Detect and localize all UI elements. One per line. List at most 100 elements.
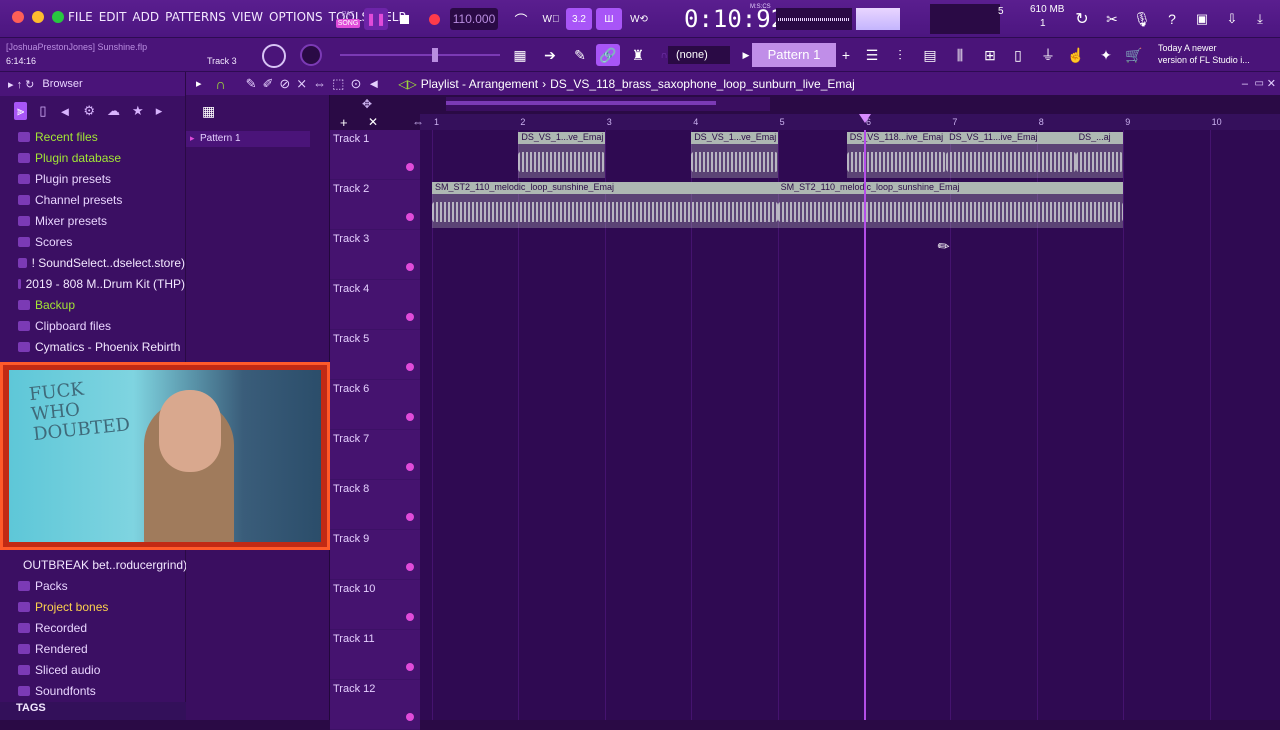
- master-slider[interactable]: [340, 48, 500, 62]
- browser-item[interactable]: Plugin database: [0, 147, 185, 168]
- delete-icon[interactable]: ✕: [368, 115, 378, 129]
- mixer-button[interactable]: ⫼: [948, 44, 972, 66]
- browser-item[interactable]: Recent files: [0, 126, 185, 147]
- audio-clip[interactable]: SM_ST2_110_melodic_loop_sunshine_Emaj: [777, 182, 1124, 228]
- playlist-tools[interactable]: ✎✐⊘⨯⇔⬚⊙◄: [246, 76, 387, 92]
- track-header[interactable]: Track 4: [330, 280, 420, 330]
- add-track-icon[interactable]: +: [340, 115, 348, 130]
- track-header[interactable]: Track 2: [330, 180, 420, 230]
- browser-item[interactable]: Packs: [0, 575, 186, 596]
- audio-clip[interactable]: DS_VS_1...ve_Emaj: [691, 132, 778, 178]
- browser-item[interactable]: Sliced audio: [0, 659, 186, 680]
- step-forward-button[interactable]: ➔: [538, 44, 562, 66]
- browser-button[interactable]: ⊞: [978, 44, 1002, 66]
- browser-item[interactable]: Mixer presets: [0, 210, 185, 231]
- tempo-display[interactable]: 110.000: [450, 8, 498, 30]
- minimize-window-button[interactable]: [32, 11, 44, 23]
- step-sequencer-button[interactable]: ▤: [918, 44, 942, 66]
- track-header[interactable]: Track 10: [330, 580, 420, 630]
- link-button[interactable]: 🔗: [596, 44, 620, 66]
- menu-edit[interactable]: EDIT: [99, 10, 127, 24]
- render-button[interactable]: ⤓: [1248, 8, 1272, 30]
- star-tab-icon[interactable]: ★: [132, 103, 144, 119]
- audio-clip[interactable]: SM_ST2_110_melodic_loop_sunshine_Emaj: [432, 182, 778, 228]
- file-tab-icon[interactable]: ▯: [39, 103, 46, 119]
- browser-item[interactable]: Project bones: [0, 596, 186, 617]
- plugin-button[interactable]: ⏚: [1036, 44, 1060, 66]
- overview-scrollbar[interactable]: [446, 97, 770, 111]
- stamp-button[interactable]: ♜: [626, 44, 650, 66]
- track-mute-dot[interactable]: [406, 563, 414, 571]
- metronome-button[interactable]: ⌒: [508, 8, 534, 30]
- browser-item[interactable]: Channel presets: [0, 189, 185, 210]
- track-header[interactable]: Track 11: [330, 630, 420, 680]
- browser-item[interactable]: Backup: [0, 294, 185, 315]
- magnet-snap-icon[interactable]: ∩: [216, 76, 226, 92]
- stop-button[interactable]: [392, 8, 416, 30]
- pattern-item[interactable]: Pattern 1: [186, 131, 310, 147]
- add-pattern-button[interactable]: +: [834, 44, 858, 66]
- arrangement-grid[interactable]: DS_VS_1...ve_Emaj DS_VS_1...ve_Emaj DS_VS_…: [420, 130, 1280, 720]
- browser-item[interactable]: Scores: [0, 231, 185, 252]
- save-button[interactable]: ▣: [1190, 8, 1214, 30]
- help-button[interactable]: ?: [1160, 8, 1184, 30]
- track-mute-dot[interactable]: [406, 413, 414, 421]
- track-mute-dot[interactable]: [406, 263, 414, 271]
- track-mute-dot[interactable]: [406, 613, 414, 621]
- touch-button[interactable]: ☝: [1064, 44, 1088, 66]
- track-mute-dot[interactable]: [406, 313, 414, 321]
- browser-item[interactable]: OUTBREAK bet..roducergrind): [0, 554, 186, 575]
- browser-item[interactable]: Plugin presets: [0, 168, 185, 189]
- browser-item[interactable]: Rendered: [0, 638, 186, 659]
- window-maximize-icon[interactable]: ▭: [1255, 78, 1264, 89]
- menu-options[interactable]: OPTIONS: [269, 10, 323, 24]
- browser-item[interactable]: Clipboard files: [0, 315, 185, 336]
- cart-button[interactable]: 🛒: [1122, 44, 1146, 66]
- wait-input-button[interactable]: W⃝: [538, 8, 564, 30]
- track-header[interactable]: Track 5: [330, 330, 420, 380]
- track-mute-dot[interactable]: [406, 663, 414, 671]
- audio-clip[interactable]: DS_VS_11...ive_Emaj: [946, 132, 1076, 178]
- snap-select[interactable]: (none): [668, 46, 730, 64]
- window-minimize-icon[interactable]: –: [1242, 78, 1248, 90]
- playlist-menu-arrow[interactable]: ▸: [196, 77, 202, 90]
- maximize-window-button[interactable]: [52, 11, 64, 23]
- countdown-button[interactable]: 3.2: [566, 8, 592, 30]
- menu-patterns[interactable]: PATTERNS: [165, 10, 226, 24]
- back-arrow-icon[interactable]: ▸ ↑ ↻: [8, 78, 34, 91]
- playlist-play-icon[interactable]: ◁▷: [398, 77, 416, 91]
- channel-rack-button[interactable]: ⫶: [888, 44, 912, 66]
- browser-item[interactable]: 2019 - 808 M..Drum Kit (THP): [0, 273, 185, 294]
- track-mute-dot[interactable]: [406, 213, 414, 221]
- draw-mode-button[interactable]: ✎: [568, 44, 592, 66]
- playlist-button[interactable]: ☰: [860, 44, 884, 66]
- undo-button[interactable]: ↻: [1070, 8, 1094, 30]
- track-header[interactable]: Track 7: [330, 430, 420, 480]
- track-header[interactable]: Track 6: [330, 380, 420, 430]
- move-icon[interactable]: ✥: [362, 97, 372, 111]
- speaker-tab-icon[interactable]: ◄: [59, 104, 72, 119]
- track-mute-dot[interactable]: [406, 363, 414, 371]
- close-window-button[interactable]: [12, 11, 24, 23]
- project-file-button[interactable]: ▯: [1006, 44, 1030, 66]
- pat-song-toggle[interactable]: PAT SONG: [334, 8, 362, 30]
- track-header[interactable]: Track 1: [330, 130, 420, 180]
- browser-item[interactable]: Cymatics - Phoenix Rebirth: [0, 336, 185, 357]
- blend-notes-button[interactable]: Ш: [596, 8, 622, 30]
- menu-view[interactable]: VIEW: [232, 10, 263, 24]
- track-mute-dot[interactable]: [406, 163, 414, 171]
- audio-clip[interactable]: DS_VS_118...ive_Emaj: [846, 132, 947, 178]
- browser-item[interactable]: ! SoundSelect..dselect.store): [0, 252, 185, 273]
- playhead-marker[interactable]: [859, 114, 871, 123]
- news-panel[interactable]: Today A newer version of FL Studio i...: [1158, 42, 1250, 66]
- record-button[interactable]: [422, 8, 446, 30]
- plugin-tab-icon[interactable]: ⚙: [83, 103, 95, 119]
- audio-clip[interactable]: DS_VS_1...ve_Emaj: [518, 132, 605, 178]
- all-files-icon[interactable]: ⫸: [14, 102, 28, 120]
- track-header[interactable]: Track 12: [330, 680, 420, 730]
- track-mute-dot[interactable]: [406, 463, 414, 471]
- export-button[interactable]: ⇩: [1220, 8, 1244, 30]
- track-header[interactable]: Track 8: [330, 480, 420, 530]
- master-pitch-knob[interactable]: [300, 44, 322, 66]
- pattern-selector[interactable]: Pattern 1: [752, 43, 836, 67]
